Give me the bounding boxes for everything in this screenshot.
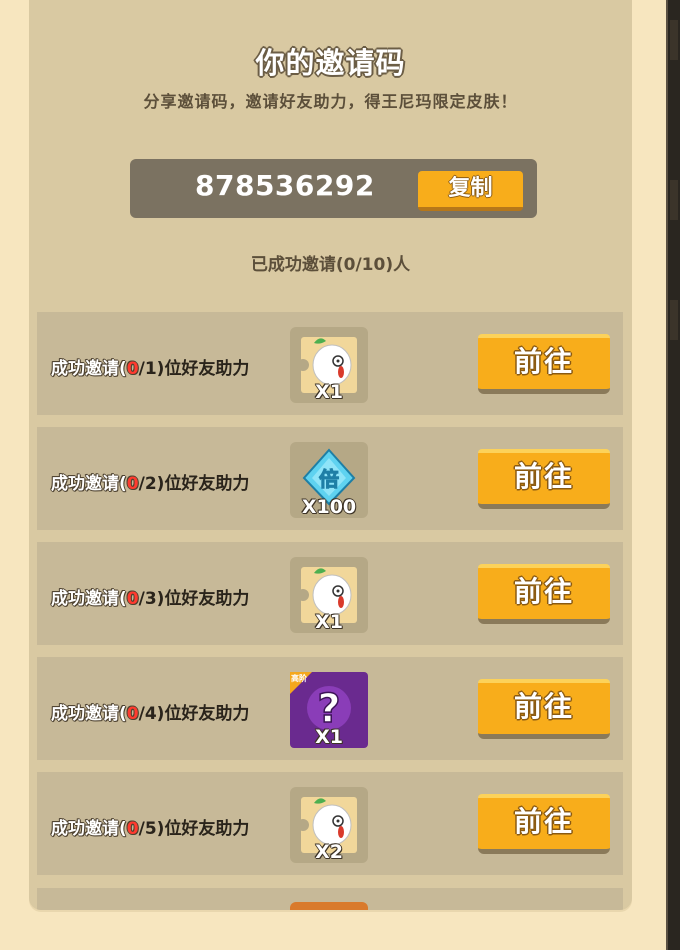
invite-progress: 已成功邀请(0/10)人 — [250, 255, 411, 275]
reward-condition: 成功邀请(0/4)位好友助力 — [51, 704, 250, 724]
invite-code-box: 878536292 复制 — [130, 159, 537, 218]
current-count: 0 — [126, 359, 139, 379]
reward-count: X1 — [315, 611, 343, 633]
edge-decoration — [670, 300, 678, 340]
reward-badge: 高阶 — [291, 674, 307, 683]
edge-decoration — [670, 20, 678, 60]
go-button[interactable]: 前往 — [478, 449, 610, 509]
svg-text:倍: 倍 — [319, 467, 339, 491]
reward-condition: 成功邀请(0/3)位好友助力 — [51, 589, 250, 609]
reward-condition: 成功邀请(0/5)位好友助力 — [51, 819, 250, 839]
edge-decoration — [670, 180, 678, 220]
copy-button[interactable]: 复制 — [418, 171, 523, 211]
reward-count: X1 — [315, 726, 343, 748]
invite-panel: 你的邀请码 分享邀请码，邀请好友助力，得王尼玛限定皮肤！ 878536292 复… — [29, 0, 632, 910]
current-count: 0 — [126, 704, 139, 724]
go-button[interactable]: 前往 — [478, 679, 610, 739]
wangnima-skin-icon: X1 — [290, 557, 368, 633]
page-subtitle: 分享邀请码，邀请好友助力，得王尼玛限定皮肤！ — [143, 92, 518, 111]
reward-row-partial — [37, 888, 623, 910]
invite-code: 878536292 — [195, 169, 375, 202]
reward-row: 成功邀请(0/1)位好友助力 X1 前往 — [37, 312, 623, 415]
reward-condition: 成功邀请(0/1)位好友助力 — [51, 359, 250, 379]
background-edge — [666, 0, 680, 950]
wangnima-skin-icon: X1 — [290, 327, 368, 403]
multiplier-diamond-icon: 倍 X100 — [290, 442, 368, 518]
reward-row: 成功邀请(0/3)位好友助力 X1 前往 — [37, 542, 623, 645]
reward-condition: 成功邀请(0/2)位好友助力 — [51, 474, 250, 494]
reward-row: 成功邀请(0/2)位好友助力 倍 X100 前往 — [37, 427, 623, 530]
current-count: 0 — [126, 819, 139, 839]
current-count: 0 — [126, 589, 139, 609]
mystery-box-icon: ? 高阶 X1 — [290, 672, 368, 748]
wangnima-skin-icon: X2 — [290, 787, 368, 863]
reward-count: X1 — [315, 381, 343, 403]
reward-row: 成功邀请(0/4)位好友助力 ? 高阶 X1 前往 — [37, 657, 623, 760]
page-title: 你的邀请码 — [255, 46, 406, 80]
go-button[interactable]: 前往 — [478, 794, 610, 854]
current-count: 0 — [126, 474, 139, 494]
reward-count: X2 — [315, 841, 343, 863]
reward-row: 成功邀请(0/5)位好友助力 X2 前往 — [37, 772, 623, 875]
reward-count: X100 — [301, 496, 357, 518]
reward-icon-partial — [290, 902, 368, 910]
go-button[interactable]: 前往 — [478, 334, 610, 394]
go-button[interactable]: 前往 — [478, 564, 610, 624]
